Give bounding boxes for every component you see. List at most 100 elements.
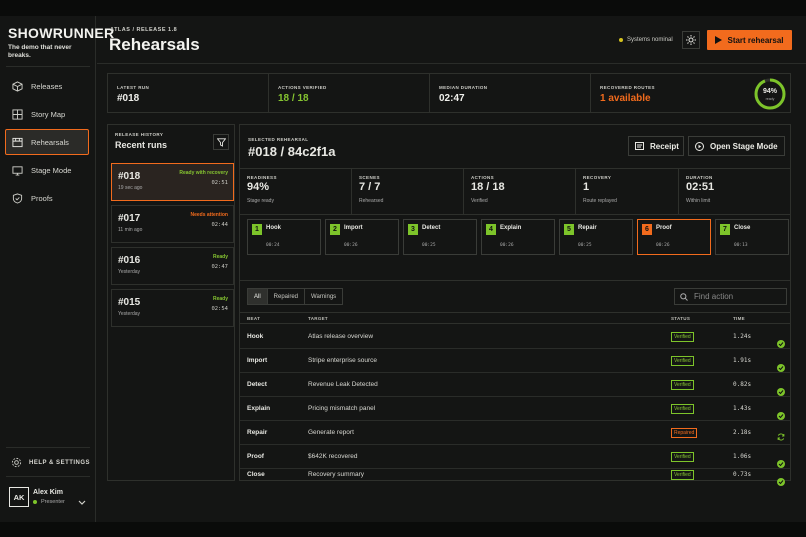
run-card[interactable]: #018 19 sec ago Ready with recovery 02:5… [111, 163, 234, 201]
beat-name: Repair [578, 225, 597, 231]
tab-all[interactable]: All [247, 288, 268, 305]
sidebar-item-releases[interactable]: Releases [5, 73, 89, 99]
tab-repaired[interactable]: Repaired [266, 288, 306, 305]
run-card[interactable]: #016 Yesterday Ready 02:47 [111, 247, 234, 285]
status-badge: Verified [671, 452, 694, 462]
table-row[interactable]: Proof $642K recovered Verified 1.06s [240, 445, 790, 469]
brand-tagline: The demo that never breaks. [8, 44, 72, 59]
run-id: #015 [118, 297, 141, 308]
run-duration: 02:54 [211, 306, 228, 312]
beat-name: Import [344, 225, 363, 231]
readiness-ring-value: 94% [762, 88, 777, 95]
tab-warnings[interactable]: Warnings [304, 288, 344, 305]
beat-card[interactable]: 4 Explain 00:26 [481, 219, 555, 255]
beat-time: 00:25 [578, 243, 592, 248]
readiness-ring-sub: ready [765, 97, 775, 101]
table-row[interactable]: Close Recovery summary Verified 0.73s [240, 469, 790, 486]
theme-toggle-button[interactable] [682, 31, 700, 49]
header-divider [97, 63, 806, 64]
help-settings-link[interactable]: HELP & SETTINGS [11, 457, 90, 468]
help-settings-label: HELP & SETTINGS [29, 459, 91, 466]
filter-tabs: All Repaired Warnings [247, 288, 344, 305]
table-row[interactable]: Repair Generate report Repaired 2.18s [240, 421, 790, 445]
search-input[interactable]: Find action [694, 292, 733, 301]
status-badge: Verified [671, 332, 694, 342]
row-time: 1.91s [733, 357, 752, 364]
table-row[interactable]: Import Stripe enterprise source Verified… [240, 349, 790, 373]
sidebar-item-proofs[interactable]: Proofs [5, 185, 89, 211]
refresh-icon [777, 428, 785, 446]
box-icon [12, 80, 23, 92]
run-duration: 02:47 [211, 264, 228, 270]
row-beat: Detect [247, 381, 267, 388]
row-time: 2.18s [733, 429, 752, 436]
film-icon [12, 137, 23, 148]
receipt-icon [635, 142, 644, 150]
run-time: 19 sec ago [118, 185, 143, 191]
sidebar-item-story-map[interactable]: Story Map [5, 101, 89, 127]
beat-card[interactable]: 7 Close 00:13 [715, 219, 789, 255]
metric-label: ACTIONS [471, 175, 495, 180]
app-window: SHOWRUNNER The demo that never breaks. R… [0, 16, 806, 522]
stat-value: #018 [117, 93, 140, 104]
row-beat: Explain [247, 405, 271, 412]
beat-name: Detect [422, 225, 441, 231]
receipt-button[interactable]: Receipt [628, 136, 684, 156]
beat-name: Proof [656, 225, 672, 231]
column-header: STATUS [671, 316, 691, 321]
run-time: Yesterday [118, 311, 141, 317]
status-badge: Verified [671, 470, 694, 480]
beat-card[interactable]: 6 Proof 00:26 [637, 219, 711, 255]
run-card[interactable]: #017 11 min ago Needs attention 02:44 [111, 205, 234, 243]
selected-rehearsal-panel: SELECTED REHEARSAL #018 / 84c2f1a Receip… [239, 124, 791, 486]
beat-name: Explain [500, 225, 522, 231]
recent-runs-panel: RELEASE HISTORY Recent runs #018 19 sec … [107, 124, 235, 481]
beat-card[interactable]: 1 Hook 00:24 [247, 219, 321, 255]
start-rehearsal-label: Start rehearsal [727, 35, 784, 45]
beat-timeline: 1 Hook 00:24 2 Import 00:26 3 Detect 00:… [240, 219, 790, 257]
beat-number: 6 [642, 224, 652, 235]
table-row[interactable]: Hook Atlas release overview Verified 1.2… [240, 325, 790, 349]
stat-value: 18 / 18 [278, 93, 309, 104]
filter-button[interactable] [213, 134, 229, 150]
sidebar-divider [6, 476, 90, 477]
start-rehearsal-button[interactable]: Start rehearsal [707, 30, 792, 50]
readiness-ring: 94% ready [753, 77, 787, 111]
row-time: 1.24s [733, 333, 752, 340]
panel-title: Recent runs [115, 140, 168, 150]
row-target: Stripe enterprise source [308, 357, 378, 364]
open-stage-mode-button[interactable]: Open Stage Mode [688, 136, 785, 156]
metric-value: 1 [583, 181, 590, 193]
table-row[interactable]: Explain Pricing mismatch panel Verified … [240, 397, 790, 421]
beat-card[interactable]: 5 Repair 00:25 [559, 219, 633, 255]
metric-value: 18 / 18 [471, 181, 505, 193]
row-time: 1.43s [733, 405, 752, 412]
row-beat: Import [247, 357, 268, 364]
table-row[interactable]: Detect Revenue Leak Detected Verified 0.… [240, 373, 790, 397]
run-id: #018 [118, 171, 141, 182]
beat-card[interactable]: 3 Detect 00:25 [403, 219, 477, 255]
sidebar-item-label: Rehearsals [31, 137, 69, 147]
rehearsal-title: #018 / 84c2f1a [248, 144, 336, 159]
metric-sub: Verified [471, 198, 488, 204]
user-name: Alex Kim [33, 489, 63, 496]
search-box[interactable]: Find action [674, 288, 787, 305]
run-card[interactable]: #015 Yesterday Ready 02:54 [111, 289, 234, 327]
user-menu[interactable]: AK Alex Kim Presenter [6, 482, 90, 512]
stat-value: 02:47 [439, 93, 465, 104]
run-time: 11 min ago [118, 227, 143, 233]
system-status: Systems nominal [619, 37, 673, 43]
row-time: 1.06s [733, 453, 752, 460]
stat-latest-run: LATEST RUN #018 [108, 74, 269, 112]
column-header: TIME [733, 316, 745, 321]
run-status: Ready with recovery [179, 170, 228, 176]
row-beat: Hook [247, 333, 264, 340]
sidebar-divider [6, 447, 90, 448]
status-badge: Verified [671, 404, 694, 414]
status-badge: Verified [671, 380, 694, 390]
sidebar-item-rehearsals[interactable]: Rehearsals [5, 129, 89, 155]
beat-card[interactable]: 2 Import 00:26 [325, 219, 399, 255]
chevron-down-icon[interactable] [78, 493, 86, 511]
sidebar-item-stage-mode[interactable]: Stage Mode [5, 157, 89, 183]
sidebar-divider [6, 66, 90, 67]
